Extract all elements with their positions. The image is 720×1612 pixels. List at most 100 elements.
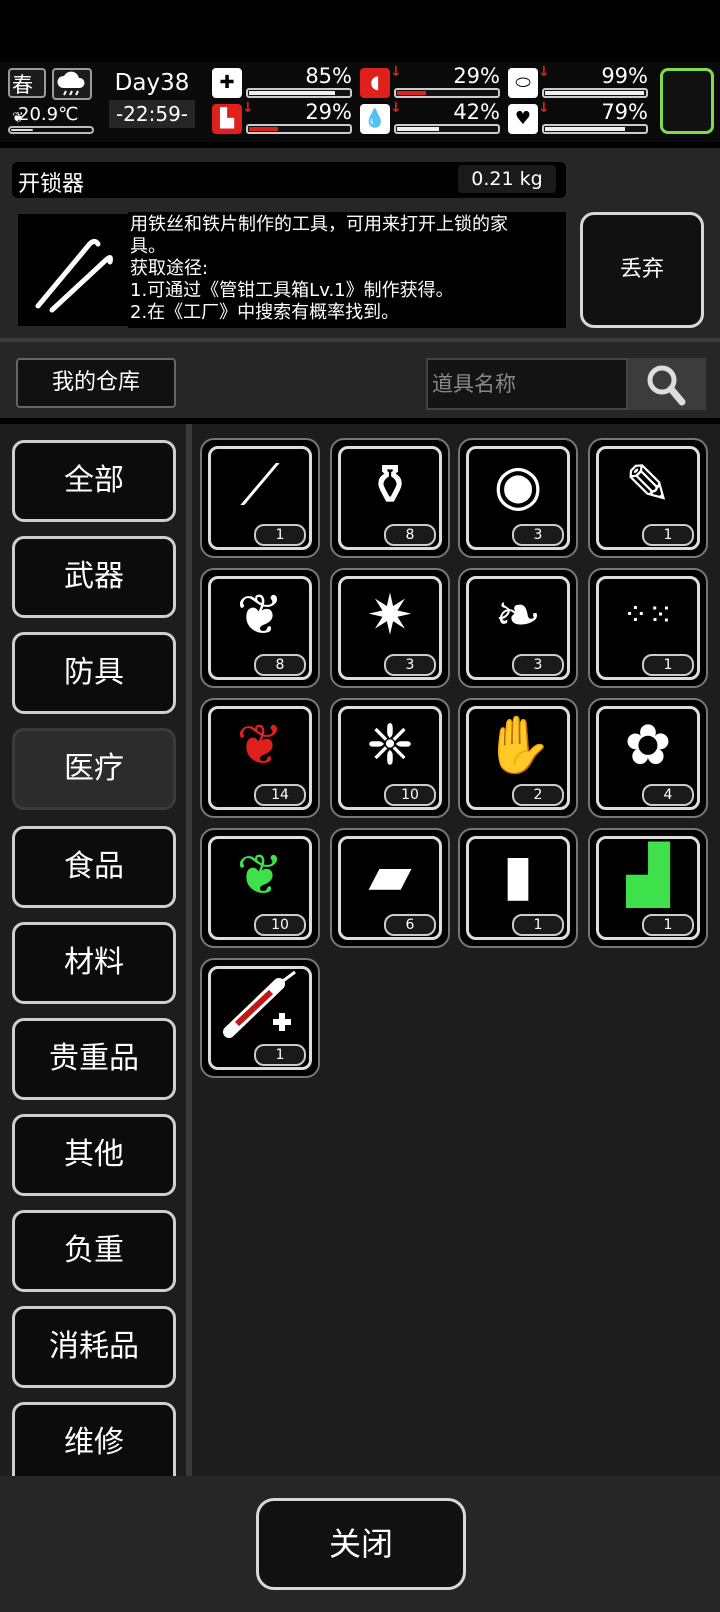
search-icon — [647, 365, 686, 406]
decrease-arrow-icon: ↓ — [242, 100, 254, 116]
category-load[interactable]: 负重 — [12, 1210, 176, 1292]
hunger-stat: ◖ ↓ 29% — [360, 64, 500, 100]
seeds-icon: ⁘⁙ — [622, 598, 674, 633]
health-value: 85% — [305, 64, 352, 88]
item-name: 开锁器 — [18, 172, 85, 197]
lemon-slice-icon: ◉ — [493, 453, 543, 518]
inventory-slot[interactable]: ❧ 3 — [458, 568, 578, 688]
decrease-arrow-icon: ↓ — [390, 64, 402, 80]
mood-stat: ⬭ ↓ 99% — [508, 64, 648, 100]
rain-cloud-icon — [52, 68, 92, 100]
stamina-bar — [246, 124, 352, 134]
category-weapons[interactable]: 武器 — [12, 536, 176, 618]
close-button[interactable]: 关闭 — [256, 1498, 466, 1590]
category-armor[interactable]: 防具 — [12, 632, 176, 714]
inventory-slot[interactable]: ◉ 3 — [458, 438, 578, 558]
leaf-icon: ❧ — [494, 583, 542, 648]
inventory-slot[interactable]: ❈ 10 — [330, 698, 450, 818]
season-indicator: 春❦ — [8, 68, 46, 126]
warehouse-button[interactable]: 我的仓库 — [16, 358, 176, 408]
heart-stat: ♥ ↓ 79% — [508, 100, 648, 136]
berry-branch-icon: ✿ — [624, 713, 672, 778]
stamina-stat: ▙ ↓ 29% — [212, 100, 352, 136]
pill-icon: ⬭ — [508, 68, 538, 98]
time-label: -22:59- — [109, 100, 195, 128]
item-weight: 0.21 kg — [458, 165, 556, 193]
item-name-bar: 开锁器 0.21 kg — [12, 162, 566, 198]
desc-line: 1.可通过《管钳工具箱Lv.1》制作获得。 — [130, 280, 454, 301]
bandage-roll-icon: ⟋ — [240, 453, 280, 518]
desc-line: 获取途径: — [130, 258, 209, 279]
thirst-stat: 💧 ↓ 42% — [360, 100, 500, 136]
season-label: 春 — [12, 73, 33, 97]
red-mint-icon: ❦ — [236, 713, 284, 778]
inventory-slot[interactable]: ❦ 10 — [200, 828, 320, 948]
decrease-arrow-icon: ↓ — [538, 100, 550, 116]
bandage-icon: ▰ — [368, 843, 412, 908]
item-count: 6 — [384, 914, 436, 936]
inventory-slot[interactable]: ✎ 1 — [588, 438, 708, 558]
pill-bottle-icon: ⚱ — [366, 453, 414, 518]
inventory-slot[interactable]: ❦ 8 — [200, 568, 320, 688]
item-count: 3 — [512, 654, 564, 676]
item-count: 3 — [384, 654, 436, 676]
green-drink-icon: ▟ — [626, 843, 670, 908]
green-mint-icon: ❦ — [236, 843, 284, 908]
inventory-slot[interactable]: ✿ 4 — [588, 698, 708, 818]
inventory-slot[interactable]: ❦ 14 — [200, 698, 320, 818]
search-input[interactable]: 道具名称 — [426, 358, 628, 410]
desc-line: 具。 — [130, 236, 166, 257]
mint-leaf-icon: ❈ — [366, 713, 414, 778]
inventory-slot[interactable]: ✋ 2 — [458, 698, 578, 818]
search-button[interactable] — [628, 358, 706, 410]
equipped-slot[interactable] — [660, 68, 714, 134]
category-valuables[interactable]: 贵重品 — [12, 1018, 176, 1100]
inventory-slot[interactable]: ✷ 3 — [330, 568, 450, 688]
stamina-value: 29% — [305, 100, 352, 124]
item-count: 10 — [384, 784, 436, 806]
heart-icon: ♥ — [508, 104, 538, 134]
inventory-slot[interactable]: ⟋ 1 — [200, 438, 320, 558]
leg-icon: ▙ — [212, 104, 242, 134]
item-count: 8 — [254, 654, 306, 676]
star-flower-icon: ✷ — [366, 583, 414, 648]
divider — [186, 424, 192, 1476]
ginger-root-icon: ✋ — [483, 713, 553, 778]
item-count: 1 — [642, 654, 694, 676]
inventory-slot[interactable]: ⚱ 8 — [330, 438, 450, 558]
temperature-gauge: 20.9℃ — [8, 102, 96, 136]
item-count: 4 — [642, 784, 694, 806]
category-repair[interactable]: 维修 — [12, 1402, 176, 1476]
health-stat: ✚ 85% — [212, 64, 352, 100]
category-medical[interactable]: 医疗 — [12, 728, 176, 810]
category-materials[interactable]: 材料 — [12, 922, 176, 1004]
item-count: 10 — [254, 914, 306, 936]
inventory-slot[interactable]: 1 — [200, 958, 320, 1078]
mood-bar — [542, 88, 648, 98]
item-description: 用铁丝和铁片制作的工具，可用来打开上锁的家 具。 获取途径: 1.可通过《管钳工… — [128, 212, 566, 328]
day-clock: Day38 -22:59- — [104, 68, 200, 134]
inventory-slot[interactable]: ▟ 1 — [588, 828, 708, 948]
inventory-slot[interactable]: ⁘⁙ 1 — [588, 568, 708, 688]
day-label: Day38 — [114, 70, 190, 96]
category-other[interactable]: 其他 — [12, 1114, 176, 1196]
item-count: 1 — [254, 524, 306, 546]
inventory-slot[interactable]: ▰ 6 — [330, 828, 450, 948]
item-count: 1 — [512, 914, 564, 936]
mood-value: 99% — [601, 64, 648, 88]
discard-button[interactable]: 丢弃 — [580, 212, 704, 328]
item-count: 1 — [642, 524, 694, 546]
item-count: 3 — [512, 524, 564, 546]
hunger-bar — [394, 88, 500, 98]
desc-line: 用铁丝和铁片制作的工具，可用来打开上锁的家 — [130, 214, 508, 235]
hunger-value: 29% — [453, 64, 500, 88]
category-consumables[interactable]: 消耗品 — [12, 1306, 176, 1388]
category-food[interactable]: 食品 — [12, 826, 176, 908]
category-all[interactable]: 全部 — [12, 440, 176, 522]
health-bar — [246, 88, 352, 98]
test-tube-icon: ✎ — [624, 453, 672, 518]
herb-plant-icon: ❦ — [236, 583, 284, 648]
temperature-bar — [8, 126, 94, 134]
lockpick-icon — [18, 214, 128, 326]
inventory-slot[interactable]: ▮ 1 — [458, 828, 578, 948]
